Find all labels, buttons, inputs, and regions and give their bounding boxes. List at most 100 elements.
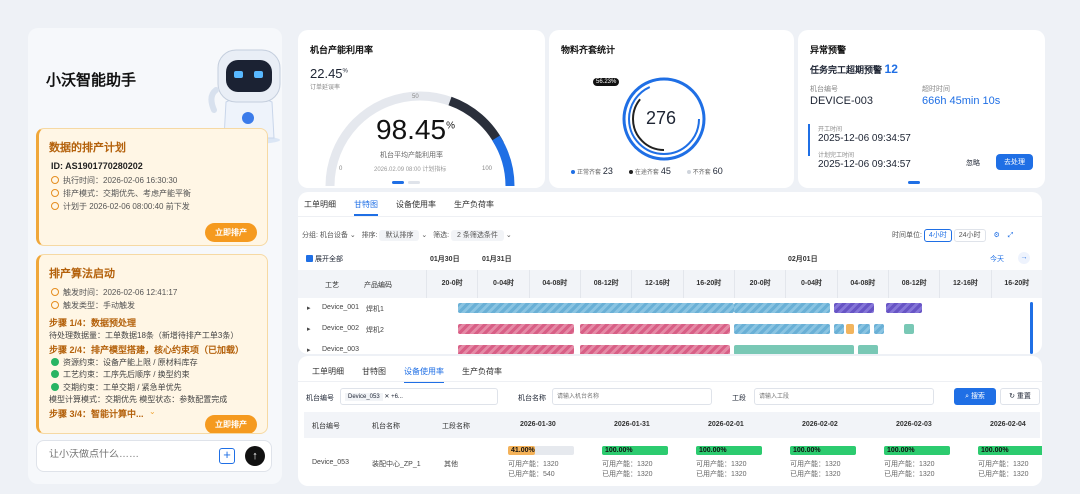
- schedule-now-button-2[interactable]: 立即排产: [205, 415, 257, 433]
- date-header: 01月30日 01月31日 02月01日 今天 →: [424, 252, 1034, 268]
- page-indicator[interactable]: [908, 181, 920, 184]
- gantt-task-bar[interactable]: [580, 345, 730, 354]
- utilization-value: 98.45%: [376, 114, 455, 146]
- sort-select[interactable]: 默认排序: [379, 230, 420, 241]
- legend-label: 不齐套: [692, 170, 711, 176]
- available-capacity: 可用产能：1320: [790, 461, 841, 468]
- arrow-right-icon[interactable]: →: [1018, 252, 1030, 264]
- gauge-fill: [448, 96, 504, 147]
- gantt-task-bar[interactable]: [734, 324, 830, 334]
- material-card: 物料齐套统计 56.23% 276 正常齐套 23 在途齐套 45 不齐套 60: [549, 30, 794, 188]
- delay-unit: %: [342, 68, 348, 75]
- used-capacity: 已用产能：1320: [978, 471, 1029, 478]
- usage-bar: 100.00%: [790, 446, 856, 455]
- device-name: Device_001: [322, 304, 359, 311]
- group-label: 分组:: [302, 232, 318, 239]
- chat-input[interactable]: [49, 449, 209, 460]
- expand-arrow-icon[interactable]: ▸: [307, 325, 311, 333]
- available-capacity: 可用产能：1320: [696, 461, 747, 468]
- date-header: 2026-02-03: [896, 421, 932, 428]
- page-indicator[interactable]: [392, 181, 404, 184]
- device-select[interactable]: Device_053 ✕ +6...: [340, 388, 498, 405]
- gantt-task-bar[interactable]: [834, 303, 874, 313]
- tick-100: 100: [482, 166, 493, 172]
- add-icon[interactable]: +: [219, 448, 235, 464]
- exec-time-text: 执行时间：2026-02-06 16:30:30: [63, 176, 178, 185]
- card-title: 排产算法启动: [49, 268, 115, 280]
- gantt-task-bar[interactable]: [874, 324, 884, 334]
- legend-label: 在途齐套: [634, 170, 659, 176]
- tab-order-detail[interactable]: 工单明细: [312, 367, 344, 376]
- send-icon[interactable]: ↑: [245, 446, 265, 466]
- tab-load[interactable]: 生产负荷率: [454, 200, 494, 209]
- chevron-down-icon[interactable]: ⌄: [149, 407, 156, 416]
- date-header: 2026-01-31: [614, 421, 650, 428]
- handle-button[interactable]: 去处理: [996, 154, 1033, 170]
- total-value: 276: [646, 108, 677, 128]
- gantt-task-bar[interactable]: [858, 345, 878, 354]
- name-input[interactable]: [552, 388, 712, 405]
- device-more: +6...: [391, 394, 403, 400]
- fullscreen-icon[interactable]: ⤢: [1008, 232, 1014, 239]
- unit-4h[interactable]: 4小时: [923, 229, 952, 242]
- hour-label: 08-12时: [888, 270, 939, 298]
- assistant-title: 小沃智能助手: [46, 72, 137, 89]
- gantt-task-bar[interactable]: [734, 345, 854, 354]
- gantt-task-bar[interactable]: [846, 324, 854, 334]
- legend-dot: [686, 170, 691, 174]
- col-header: 机台编号: [312, 423, 340, 430]
- hour-label: 16-20时: [990, 270, 1042, 298]
- gantt-task-bar[interactable]: [458, 345, 574, 354]
- gantt-task-bar[interactable]: [580, 324, 730, 334]
- divider: [298, 381, 1042, 382]
- tab-usage[interactable]: 设备使用率: [396, 200, 436, 209]
- gantt-tabs: 工单明细 甘特图 设备使用率 生产负荷率: [304, 199, 512, 216]
- scrollbar[interactable]: [1030, 302, 1033, 354]
- checkbox-icon[interactable]: [306, 255, 313, 262]
- expand-arrow-icon[interactable]: ▸: [307, 346, 311, 354]
- filter-select[interactable]: 2 条筛选条件: [451, 230, 504, 241]
- tab-order-detail[interactable]: 工单明细: [304, 200, 336, 209]
- group-select[interactable]: 机台设备: [320, 232, 348, 239]
- settings-icon[interactable]: ⚙: [994, 232, 1000, 239]
- start-value: 2025-12-06 09:34:57: [818, 133, 911, 144]
- donut-tooltip: 56.23%: [593, 78, 620, 86]
- reset-button[interactable]: ↻ 重置: [1000, 388, 1040, 405]
- tab-gantt[interactable]: 甘特图: [354, 200, 378, 216]
- schedule-plan-card: 数据的排产计划 ID: AS1901770280202 执行时间：2026-02…: [36, 128, 268, 246]
- today-button[interactable]: 今天: [990, 254, 1004, 264]
- hour-label: 20-0时: [426, 270, 477, 298]
- search-button[interactable]: ⌕ 搜索: [954, 388, 996, 405]
- gantt-task-bar[interactable]: [734, 303, 830, 313]
- gantt-rows: ▸ Device_001 焊机1 ▸ Device_002 焊机2 ▸ Device…: [298, 298, 1042, 354]
- constraint-text: 交期约束：工单交期 / 紧急单优先: [63, 382, 182, 392]
- process-input[interactable]: [754, 388, 934, 405]
- gantt-task-bar[interactable]: [858, 324, 870, 334]
- tab-gantt[interactable]: 甘特图: [362, 367, 386, 376]
- used-capacity: 已用产能：1320: [602, 471, 653, 478]
- clock-icon: [51, 288, 59, 296]
- process-label: 工段: [732, 395, 746, 402]
- usage-bar: 100.00%: [602, 446, 668, 455]
- hour-label: 04-08时: [528, 270, 580, 298]
- expand-arrow-icon[interactable]: ▸: [307, 304, 311, 312]
- ignore-button[interactable]: 忽略: [966, 158, 980, 168]
- gantt-task-bar[interactable]: [904, 324, 914, 334]
- tab-load[interactable]: 生产负荷率: [462, 367, 502, 376]
- alert-count: 12: [884, 62, 898, 76]
- expand-all[interactable]: 展开全部: [306, 254, 343, 264]
- schedule-now-button[interactable]: 立即排产: [205, 223, 257, 242]
- gantt-task-bar[interactable]: [458, 324, 574, 334]
- mode-text: 排产模式：交期优先、考虑产能平衡: [63, 189, 191, 198]
- gantt-task-bar[interactable]: [834, 324, 844, 334]
- exec-time: 执行时间：2026-02-06 16:30:30: [51, 174, 267, 187]
- utilization-card: 机台产能利用率 22.45% 订单延误率 0 50 100 98.45% 机台平…: [298, 30, 545, 188]
- gantt-task-bar[interactable]: [458, 303, 734, 313]
- unit-24h[interactable]: 24小时: [953, 229, 986, 242]
- gantt-task-bar[interactable]: [886, 303, 922, 313]
- page-indicator[interactable]: [408, 181, 420, 184]
- usage-bar: 41.00%: [508, 446, 536, 455]
- col-process: 工艺: [325, 282, 339, 289]
- utilization-label: 机台平均产能利用率: [380, 152, 443, 159]
- search-icon: ⌕: [965, 393, 969, 400]
